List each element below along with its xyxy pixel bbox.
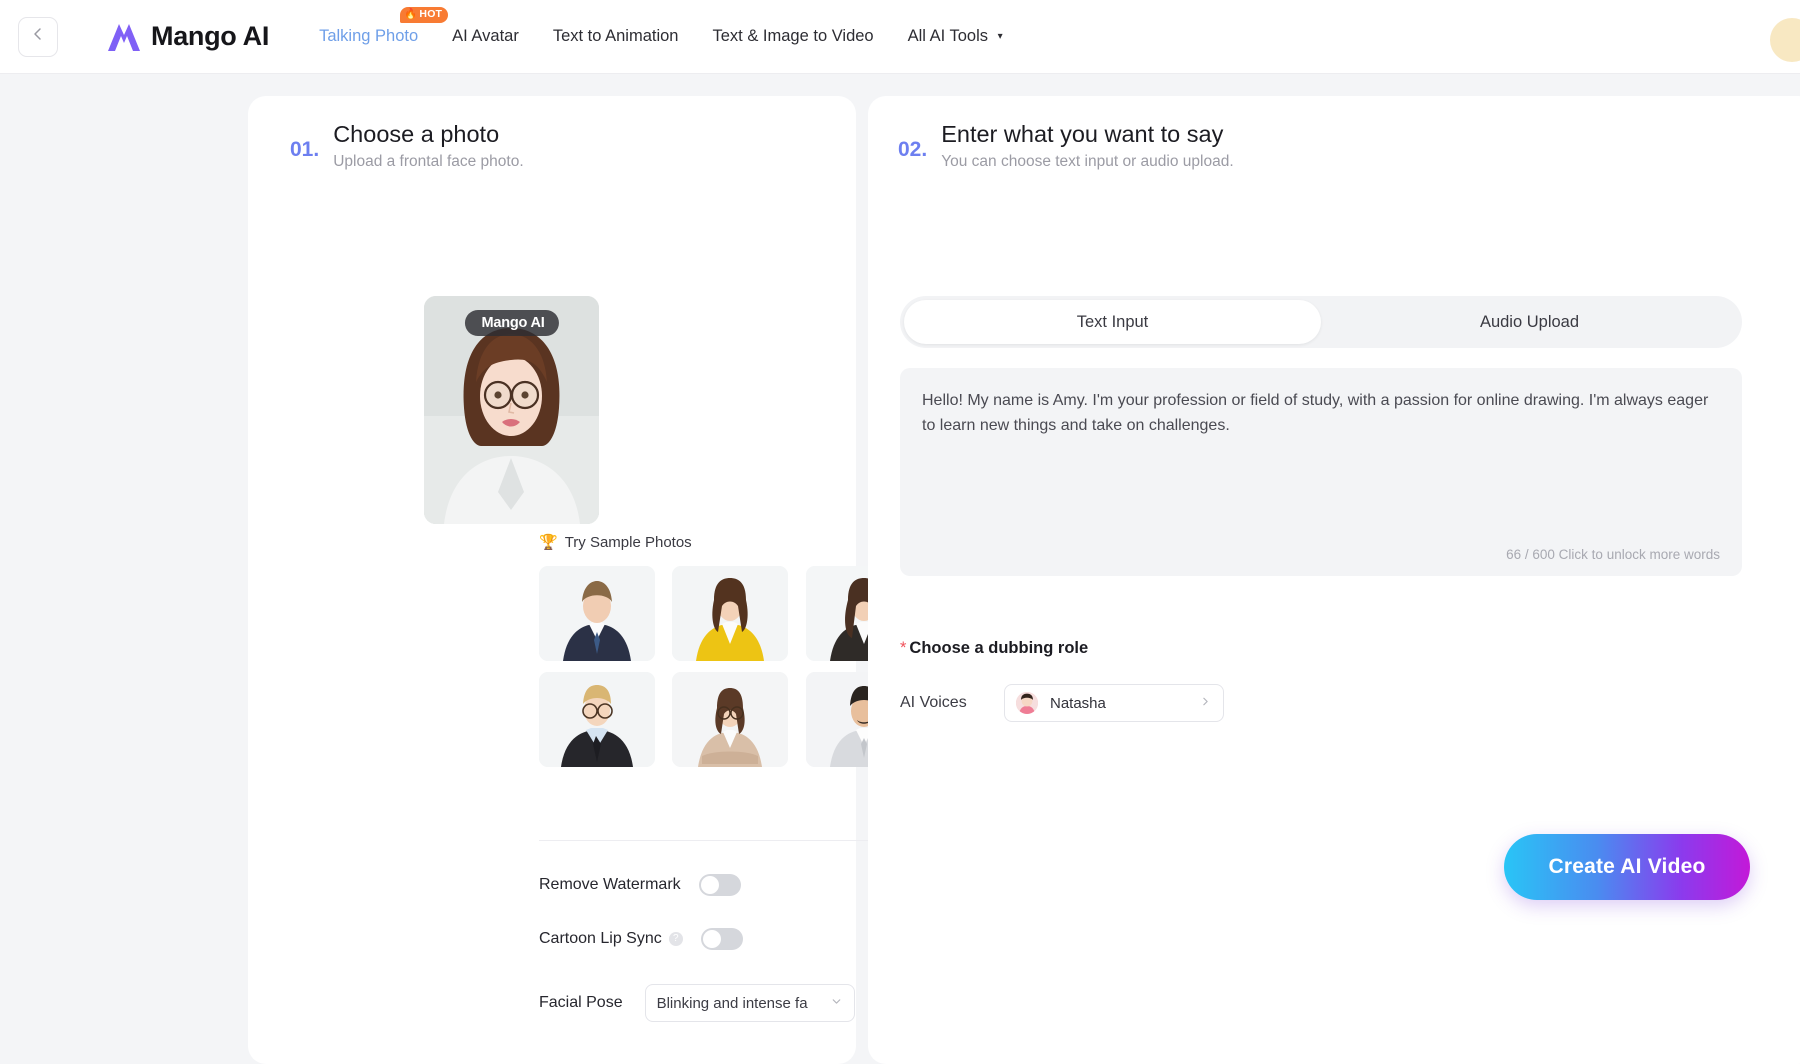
selected-photo-image [424,296,599,524]
brand-name: Mango AI [151,21,270,51]
step-2-number: 02. [898,138,928,161]
remove-watermark-label: Remove Watermark [539,876,681,893]
dubbing-role-section-label: * Choose a dubbing role [900,639,1088,658]
cartoon-lip-sync-row: Cartoon Lip Sync ? [539,928,743,950]
nav-item-talking-photo[interactable]: Talking Photo 🔥 HOT [319,7,449,52]
flame-icon: 🔥 [404,8,418,20]
input-mode-tabs: Text Input Audio Upload [900,296,1742,348]
script-textarea[interactable]: Hello! My name is Amy. I'm your professi… [900,368,1742,576]
chevron-down-icon [830,995,843,1011]
create-ai-video-label: Create AI Video [1548,855,1706,878]
step-2-subtitle: You can choose text input or audio uploa… [941,153,1234,171]
hot-badge-label: HOT [419,8,443,20]
workspace: 01. Choose a photo Upload a frontal face… [0,74,1800,1064]
step-1-number: 01. [290,138,320,161]
script-text: Hello! My name is Amy. I'm your professi… [922,392,1709,435]
tab-text-input[interactable]: Text Input [904,300,1321,344]
trophy-icon: 🏆 [539,534,558,551]
nav-item-ai-avatar-label: AI Avatar [452,27,519,45]
choose-photo-panel: 01. Choose a photo Upload a frontal face… [248,96,1055,1064]
nav-item-text-image-to-video-label: Text & Image to Video [712,27,874,45]
voice-avatar [1016,692,1038,714]
ai-voice-select[interactable]: Natasha [1004,684,1224,722]
try-sample-photos-label: 🏆 Try Sample Photos [539,533,692,552]
ai-voices-label: AI Voices [900,694,967,711]
sample-photo-thumb[interactable] [672,566,789,661]
create-ai-video-button[interactable]: Create AI Video [1504,834,1750,900]
sample-photo-image [672,566,789,661]
mango-ai-logo-icon [106,22,142,52]
toggle-knob [702,930,721,948]
remove-watermark-toggle[interactable] [698,874,741,896]
step-2-header: 02. Enter what you want to say You can c… [898,120,1234,171]
sample-photo-thumb[interactable] [672,672,789,767]
nav-links: Talking Photo 🔥 HOT AI Avatar Text to An… [319,7,1003,52]
try-sample-photos-text: Try Sample Photos [564,533,692,551]
tab-text-input-label: Text Input [1076,312,1149,331]
question-mark-icon[interactable]: ? [668,932,683,946]
step-1-header: 01. Choose a photo Upload a frontal face… [290,120,524,171]
step-1-title: Choose a photo [333,121,500,147]
ai-voices-row: AI Voices Natasha [900,684,1224,722]
enter-text-panel: 02. Enter what you want to say You can c… [868,96,1800,1064]
sample-photo-thumb[interactable] [539,566,655,661]
nav-item-ai-avatar[interactable]: AI Avatar [452,21,519,52]
sample-photo-thumb[interactable] [539,672,655,767]
facial-pose-value: Blinking and intense fa [656,994,808,1012]
nav-item-talking-photo-label: Talking Photo [319,27,419,45]
sample-photo-image [539,566,655,661]
chevron-right-icon [1199,695,1212,711]
facial-pose-row: Facial Pose Blinking and intense fa [539,984,855,1022]
sample-photo-image [672,672,789,767]
nav-item-all-ai-tools-label: All AI Tools [907,27,989,45]
nav-item-all-ai-tools[interactable]: All AI Tools ▾ [908,21,1003,52]
brand-logo[interactable]: Mango AI [106,21,269,52]
facial-pose-label: Facial Pose [539,994,623,1011]
tab-audio-upload[interactable]: Audio Upload [1321,300,1738,344]
selected-photo[interactable]: Mango AI [424,296,599,524]
dubbing-role-text: Choose a dubbing role [909,639,1089,657]
hot-badge: 🔥 HOT [400,7,449,23]
nav-item-text-to-animation-label: Text to Animation [552,27,679,45]
chevron-down-icon: ▾ [997,31,1003,43]
nav-item-text-image-to-video[interactable]: Text & Image to Video [712,21,873,52]
sample-photo-image [539,672,655,767]
tab-audio-upload-label: Audio Upload [1479,312,1580,331]
nav-item-text-to-animation[interactable]: Text to Animation [553,21,679,52]
ai-voice-name: Natasha [1050,694,1106,712]
remove-watermark-row: Remove Watermark [539,874,741,896]
top-navigation-bar: Mango AI Talking Photo 🔥 HOT AI Avatar T… [0,0,1800,74]
user-avatar[interactable] [1770,18,1800,62]
word-counter[interactable]: 66 / 600 Click to unlock more words [1506,547,1720,562]
toggle-knob [700,876,719,894]
facial-pose-select[interactable]: Blinking and intense fa [644,984,855,1022]
chevron-left-icon [30,26,46,47]
cartoon-lip-sync-toggle[interactable] [700,928,743,950]
voice-avatar-image [1016,692,1038,714]
step-2-title: Enter what you want to say [941,121,1224,147]
cartoon-lip-sync-label: Cartoon Lip Sync [539,930,662,947]
required-marker: * [900,639,907,657]
step-1-subtitle: Upload a frontal face photo. [333,153,524,171]
back-button[interactable] [18,16,58,57]
